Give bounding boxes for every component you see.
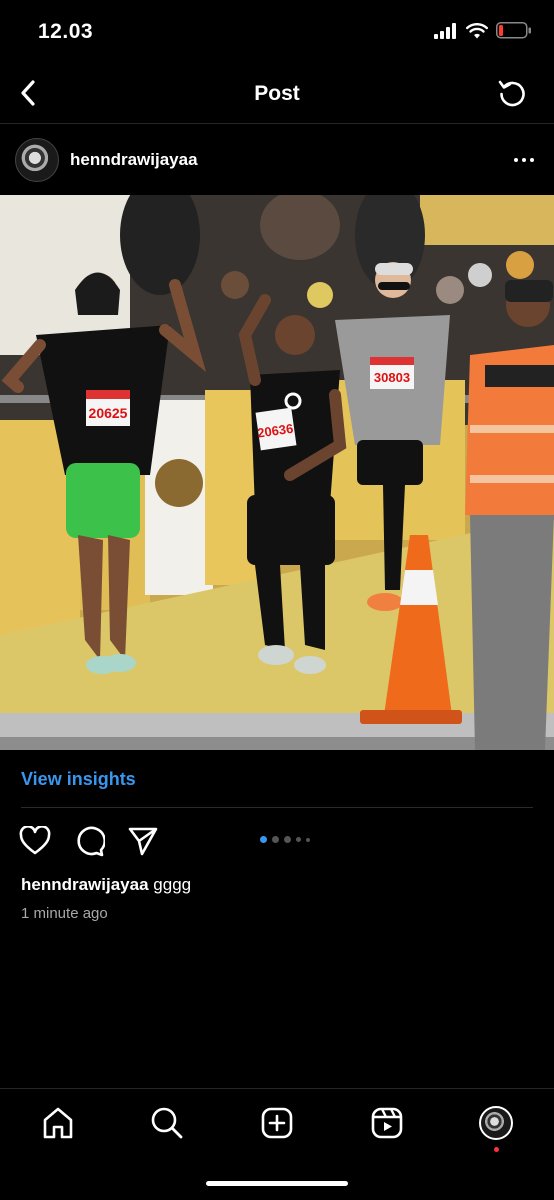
comment-button[interactable] [72, 824, 106, 858]
cellular-signal-icon [434, 22, 456, 39]
post-header: henndrawijayaa [0, 136, 554, 184]
caption-username[interactable]: henndrawijayaa [21, 875, 149, 894]
refresh-icon [498, 80, 525, 107]
post-username[interactable]: henndrawijayaa [70, 150, 198, 170]
home-icon [43, 1107, 73, 1139]
bib-number: 30803 [374, 370, 410, 385]
refresh-button[interactable] [496, 76, 528, 110]
wifi-icon [466, 22, 488, 38]
carousel-dot [306, 837, 310, 842]
carousel-dot [284, 836, 291, 843]
nav-bar: Post [0, 62, 554, 124]
bib-number: 20625 [89, 405, 128, 421]
post-timestamp: 1 minute ago [21, 905, 108, 922]
comment-icon [77, 826, 105, 857]
status-icons [434, 22, 532, 39]
like-button[interactable] [18, 824, 52, 858]
tab-home[interactable] [38, 1103, 78, 1143]
tab-search[interactable] [147, 1103, 187, 1143]
more-options-button[interactable] [510, 148, 538, 172]
create-icon [261, 1107, 293, 1139]
reels-icon [371, 1107, 403, 1139]
carousel-dot-active [260, 836, 267, 843]
page-title: Post [254, 82, 300, 105]
view-insights-link[interactable]: View insights [21, 769, 136, 790]
search-icon [151, 1107, 183, 1139]
tab-profile[interactable] [476, 1103, 516, 1143]
post-photo[interactable]: 20625 20636 30803 [0, 195, 554, 750]
avatar[interactable] [15, 138, 59, 182]
carousel-dot [272, 836, 279, 843]
send-icon [128, 827, 158, 856]
heart-icon [19, 826, 51, 855]
post-actions [0, 824, 554, 860]
notification-dot [494, 1147, 499, 1152]
more-horizontal-icon [514, 158, 518, 162]
caption-text: gggg [153, 875, 192, 894]
carousel-indicator [260, 836, 310, 843]
battery-low-icon [496, 22, 531, 39]
nav-divider [0, 123, 554, 124]
profile-avatar [479, 1106, 513, 1140]
insights-divider [21, 807, 533, 808]
share-button[interactable] [126, 824, 160, 858]
post-caption: henndrawijayaa gggg [21, 875, 191, 895]
home-indicator [206, 1181, 348, 1186]
tab-create[interactable] [257, 1103, 297, 1143]
carousel-dot [296, 837, 301, 842]
status-bar: 12.03 [0, 0, 554, 62]
status-time: 12.03 [38, 20, 94, 43]
tab-reels[interactable] [367, 1103, 407, 1143]
